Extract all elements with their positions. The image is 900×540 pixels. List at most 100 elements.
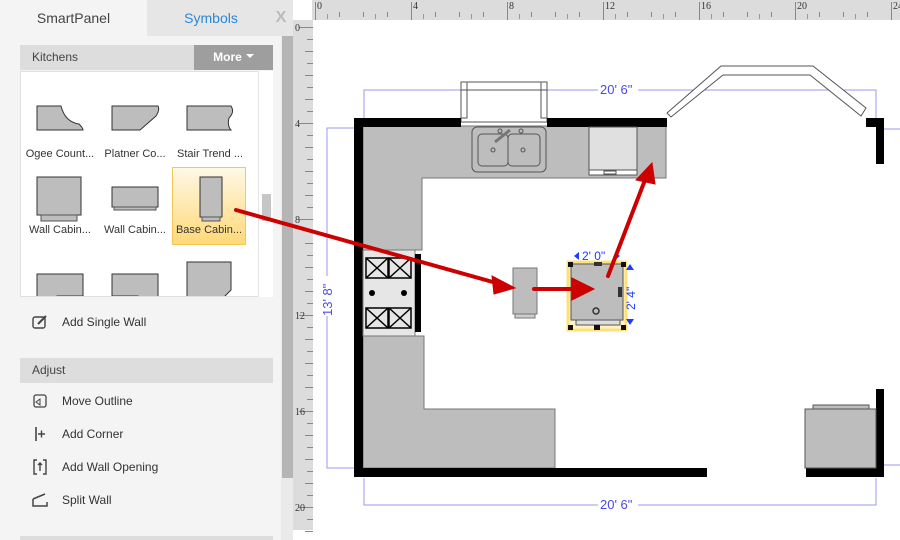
shape-tile[interactable]: Wall Cabin... — [23, 168, 97, 246]
ruler-tick — [747, 12, 748, 17]
ruler-tick — [471, 14, 472, 19]
ruler-tick — [579, 12, 580, 17]
ruler-tick — [567, 14, 568, 19]
wall-segment[interactable] — [354, 468, 707, 477]
double-sink[interactable] — [471, 126, 547, 173]
floor-plan-app: SmartPanel Symbols X Kitchens More Ogee … — [0, 0, 900, 540]
ruler-tick — [867, 12, 868, 17]
smart-panel: SmartPanel Symbols X Kitchens More Ogee … — [0, 0, 293, 540]
library-title: Kitchens — [32, 50, 79, 64]
ruler-tick — [483, 12, 484, 17]
shape-label: Base Cabin... — [175, 224, 243, 236]
lower-counter[interactable] — [362, 335, 556, 469]
ruler-tick — [411, 2, 412, 20]
ogee-countertop-icon — [36, 105, 84, 131]
add-single-wall-button[interactable]: Add Single Wall — [20, 309, 273, 335]
bay-window[interactable] — [666, 65, 867, 118]
ruler-tick — [305, 387, 313, 388]
panel-scrollbar[interactable] — [281, 36, 293, 540]
tool-label: Add Single Wall — [62, 315, 147, 329]
ruler-tick — [519, 14, 520, 19]
panel-scrollbar-thumb[interactable] — [282, 36, 293, 478]
ruler-tick — [435, 12, 436, 17]
shape-tile[interactable] — [98, 248, 172, 296]
ruler-label: 8 — [509, 1, 514, 12]
adjust-header: Adjust — [20, 358, 273, 383]
tool-label: Split Wall — [62, 493, 112, 507]
scrollbar-thumb[interactable] — [262, 194, 271, 221]
tab-symbols[interactable]: Symbols — [147, 0, 275, 36]
ruler-label: 24 — [893, 1, 900, 12]
add-wall-opening-button[interactable]: Add Wall Opening — [20, 454, 273, 480]
ruler-tick — [305, 531, 313, 532]
more-button[interactable]: More — [194, 45, 273, 70]
window-top[interactable] — [460, 81, 548, 123]
stove[interactable] — [362, 249, 421, 337]
ruler-label: 0 — [295, 23, 300, 34]
wall-segment[interactable] — [806, 468, 884, 477]
ruler-vertical: 0 4 8 12 16 20 — [293, 20, 313, 532]
caret-down-icon — [245, 53, 254, 58]
ruler-tick — [305, 483, 313, 484]
ruler-tick — [807, 14, 808, 19]
wall-segment[interactable] — [354, 118, 461, 127]
wall-segment[interactable] — [876, 118, 884, 164]
ruler-tick — [305, 171, 313, 172]
next-section-header — [20, 536, 273, 540]
base-cabinet-icon — [199, 176, 223, 222]
ruler-tick — [603, 2, 604, 20]
ruler-horizontal: 0 4 8 12 16 20 24 — [312, 0, 900, 20]
close-panel-button[interactable]: X — [272, 7, 290, 29]
shape-tile[interactable] — [173, 248, 247, 296]
ruler-tick — [663, 14, 664, 19]
corner-cabinet[interactable] — [804, 404, 877, 469]
ruler-tick — [305, 51, 313, 52]
base-cabinet-ghost[interactable] — [512, 267, 538, 319]
ruler-tick — [675, 12, 676, 17]
corner-counter-icon — [186, 261, 232, 296]
shape-tile[interactable]: Ogee Count... — [23, 92, 97, 170]
ruler-label: 12 — [295, 311, 305, 322]
ruler-tick — [363, 12, 364, 17]
wall-segment[interactable] — [547, 118, 667, 127]
dishwasher[interactable] — [588, 126, 638, 176]
ruler-tick — [305, 243, 313, 244]
selected-cabinet[interactable] — [566, 260, 628, 332]
shape-library-scrollbar[interactable] — [258, 71, 273, 297]
shape-tile[interactable]: Stair Trend ... — [173, 92, 247, 170]
shape-tile[interactable]: Platner Co... — [98, 92, 172, 170]
ruler-tick — [771, 12, 772, 17]
platner-countertop-icon — [111, 105, 160, 131]
dimension-label-top: 20' 6" — [600, 82, 633, 97]
shape-tile[interactable]: Wall Cabin... — [98, 168, 172, 246]
ruler-tick — [507, 2, 508, 20]
shape-tile[interactable] — [23, 248, 97, 296]
wall-segment[interactable] — [876, 389, 884, 477]
drawing-canvas[interactable]: 2' 0" 2' 4" 20' 6" 20' 6" 13' 8" — [313, 20, 900, 540]
ruler-tick — [305, 267, 313, 268]
tool-label: Add Corner — [62, 427, 124, 441]
ruler-tick — [339, 12, 340, 17]
ruler-tick — [387, 12, 388, 17]
ruler-tick — [299, 123, 313, 124]
ruler-tick — [305, 339, 313, 340]
ruler-tick — [555, 12, 556, 17]
dimension-label-bottom: 20' 6" — [600, 497, 633, 512]
shape-tile-selected[interactable]: Base Cabin... — [172, 167, 246, 245]
ruler-tick — [305, 99, 313, 100]
move-outline-button[interactable]: Move Outline — [20, 388, 273, 414]
ruler-tick — [299, 219, 313, 220]
ruler-label: 20 — [295, 503, 305, 514]
wall-segment[interactable] — [354, 118, 363, 477]
ruler-label: 20 — [797, 1, 807, 12]
add-corner-icon — [35, 427, 45, 441]
edit-pencil-icon — [32, 315, 47, 329]
ruler-label: 8 — [295, 215, 300, 226]
split-wall-button[interactable]: Split Wall — [20, 487, 273, 513]
ruler-tick — [819, 12, 820, 17]
ruler-tick — [843, 12, 844, 17]
add-corner-button[interactable]: Add Corner — [20, 421, 273, 447]
tab-smartpanel[interactable]: SmartPanel — [0, 0, 147, 36]
adjust-title: Adjust — [32, 363, 66, 377]
tool-label: Add Wall Opening — [62, 460, 159, 474]
